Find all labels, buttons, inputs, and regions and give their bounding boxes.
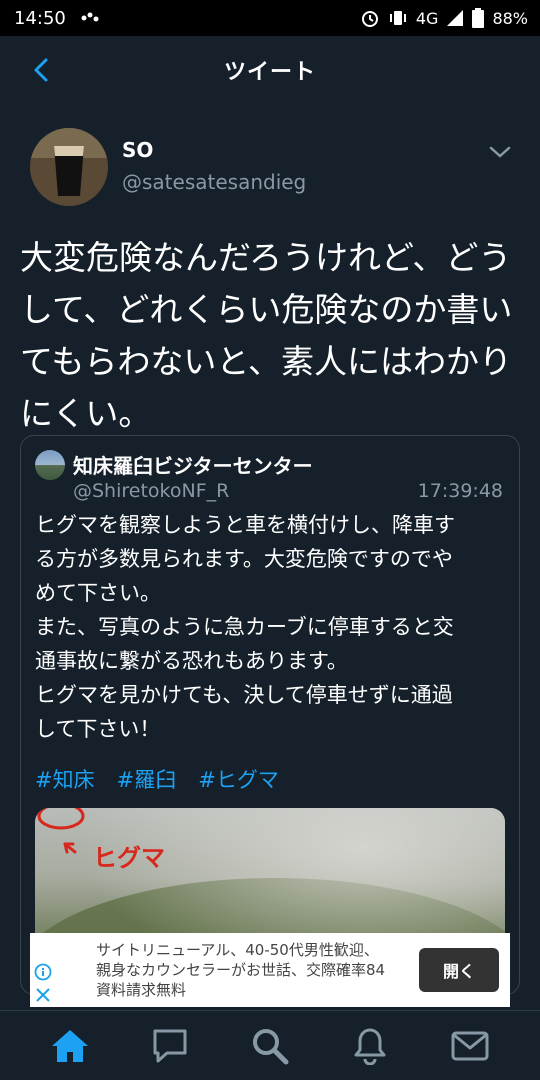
chevron-down-icon[interactable] — [488, 142, 512, 162]
quoted-body-line: 通事故に繋がる恐れもあります。 — [35, 649, 348, 673]
quoted-body-line: また、写真のように急カーブに停車すると交 — [35, 615, 454, 639]
ad-text: サイトリニューアル、40-50代男性歓迎、 親身なカウンセラーがお世話、交際確率… — [96, 940, 426, 1000]
ad-text-line: サイトリニューアル、40-50代男性歓迎、 — [96, 941, 379, 959]
hashtag-link[interactable]: #ヒグマ — [198, 764, 279, 794]
tweet-text: 大変危険なんだろうけれど、どうして、どれくらい危険なのか書いてもらわないと、素人… — [20, 238, 513, 433]
quoted-author-name: 知床羅臼ビジターセンター — [73, 454, 313, 478]
quoted-author-avatar — [35, 450, 65, 480]
mail-icon[interactable] — [450, 1026, 490, 1066]
chevron-left-icon[interactable] — [28, 56, 56, 84]
quoted-timestamp: 17:39:48 — [417, 480, 503, 502]
ad-open-button[interactable]: 開く — [419, 948, 499, 992]
battery-icon — [472, 8, 485, 28]
messages-bubble-icon[interactable] — [150, 1026, 190, 1066]
bottom-tab-bar — [0, 1010, 540, 1080]
hashtag-list: #知床 #羅臼 #ヒグマ — [35, 764, 279, 794]
network-type: 4G — [415, 8, 439, 28]
home-icon[interactable] — [50, 1026, 90, 1066]
quoted-body: ヒグマを観察しようと車を横付けし、降車す る方が多数見られます。大変危険ですので… — [35, 508, 513, 746]
quoted-body-line: して下さい！ — [35, 717, 161, 741]
author-name[interactable]: SO — [122, 138, 153, 162]
author-handle[interactable]: @satesatesandieg — [122, 170, 306, 194]
quoted-body-line: ヒグマを見かけても、決して停車せずに通過 — [35, 683, 453, 707]
page-header: ツイート — [0, 36, 540, 104]
tweet-author: SO @satesatesandieg — [30, 128, 520, 212]
search-icon[interactable] — [250, 1026, 290, 1066]
hashtag-link[interactable]: #知床 — [35, 764, 95, 794]
info-icon[interactable] — [34, 963, 52, 981]
quoted-tweet[interactable]: 知床羅臼ビジターセンター @ShiretokoNF_R 17:39:48 ヒグマ… — [20, 435, 520, 995]
notification-dots-icon — [80, 12, 100, 24]
avatar[interactable] — [30, 128, 108, 206]
vibrate-icon — [388, 8, 408, 28]
battery-percent: 88% — [492, 8, 528, 28]
alarm-icon — [360, 8, 380, 28]
ad-text-line: 親身なカウンセラーがお世話、交際確率84 — [96, 961, 386, 979]
status-time: 14:50 — [14, 7, 66, 29]
ad-text-line: 資料請求無料 — [96, 981, 187, 999]
hashtag-link[interactable]: #羅臼 — [117, 764, 177, 794]
status-bar: 14:50 4G 88% — [0, 0, 540, 36]
quoted-author-handle: @ShiretokoNF_R — [73, 480, 230, 502]
quoted-body-line: る方が多数見られます。大変危険ですのでや — [35, 547, 453, 571]
quoted-body-line: めて下さい。 — [35, 581, 161, 605]
notifications-icon[interactable] — [350, 1026, 390, 1066]
page-title: ツイート — [223, 60, 316, 85]
photo-annotation-label: ヒグマ — [93, 844, 165, 872]
ad-banner[interactable]: サイトリニューアル、40-50代男性歓迎、 親身なカウンセラーがお世話、交際確率… — [30, 933, 510, 1007]
signal-icon — [446, 9, 464, 27]
quoted-body-line: ヒグマを観察しようと車を横付けし、降車す — [35, 513, 455, 537]
close-icon[interactable] — [34, 986, 52, 1004]
